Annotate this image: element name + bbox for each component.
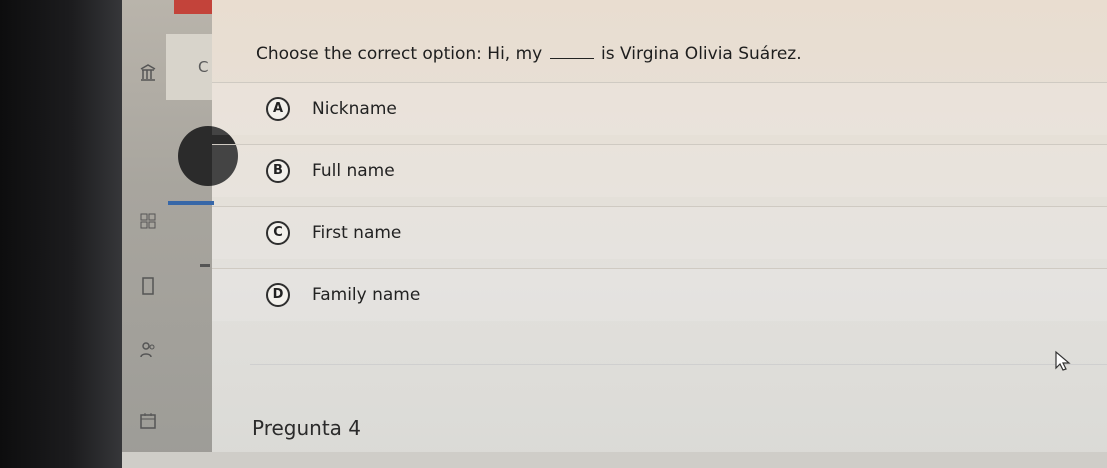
sidebar-tab-letter: C xyxy=(198,58,209,76)
option-letter-b: B xyxy=(266,159,290,183)
option-label-d: Family name xyxy=(312,285,421,305)
next-question-title: Pregunta 4 xyxy=(252,416,362,440)
separator-mark xyxy=(200,264,210,267)
question-text: Choose the correct option: Hi, my is Vir… xyxy=(256,44,802,64)
background-edge xyxy=(0,0,130,468)
question-text-before: Choose the correct option: Hi, my xyxy=(256,44,543,64)
document-icon[interactable] xyxy=(136,276,160,300)
answer-blank xyxy=(549,44,594,59)
building-icon[interactable] xyxy=(136,62,160,86)
option-d[interactable]: D Family name xyxy=(212,268,1107,321)
calendar-icon[interactable] xyxy=(136,412,160,436)
option-b[interactable]: B Full name xyxy=(212,144,1107,197)
option-label-c: First name xyxy=(312,223,402,243)
option-a[interactable]: A Nickname xyxy=(212,82,1107,135)
option-c[interactable]: C First name xyxy=(212,206,1107,259)
active-indicator xyxy=(168,201,214,205)
people-icon[interactable] xyxy=(136,340,160,364)
grid-icon[interactable] xyxy=(136,212,160,236)
bottom-strip xyxy=(122,452,1107,468)
option-label-b: Full name xyxy=(312,161,395,181)
option-letter-c: C xyxy=(266,221,290,245)
section-divider xyxy=(250,364,1107,365)
mouse-cursor-icon xyxy=(1055,350,1071,371)
option-letter-a: A xyxy=(266,97,290,121)
question-text-after: is Virgina Olivia Suárez. xyxy=(601,44,802,64)
option-label-a: Nickname xyxy=(312,99,397,119)
option-letter-d: D xyxy=(266,283,290,307)
